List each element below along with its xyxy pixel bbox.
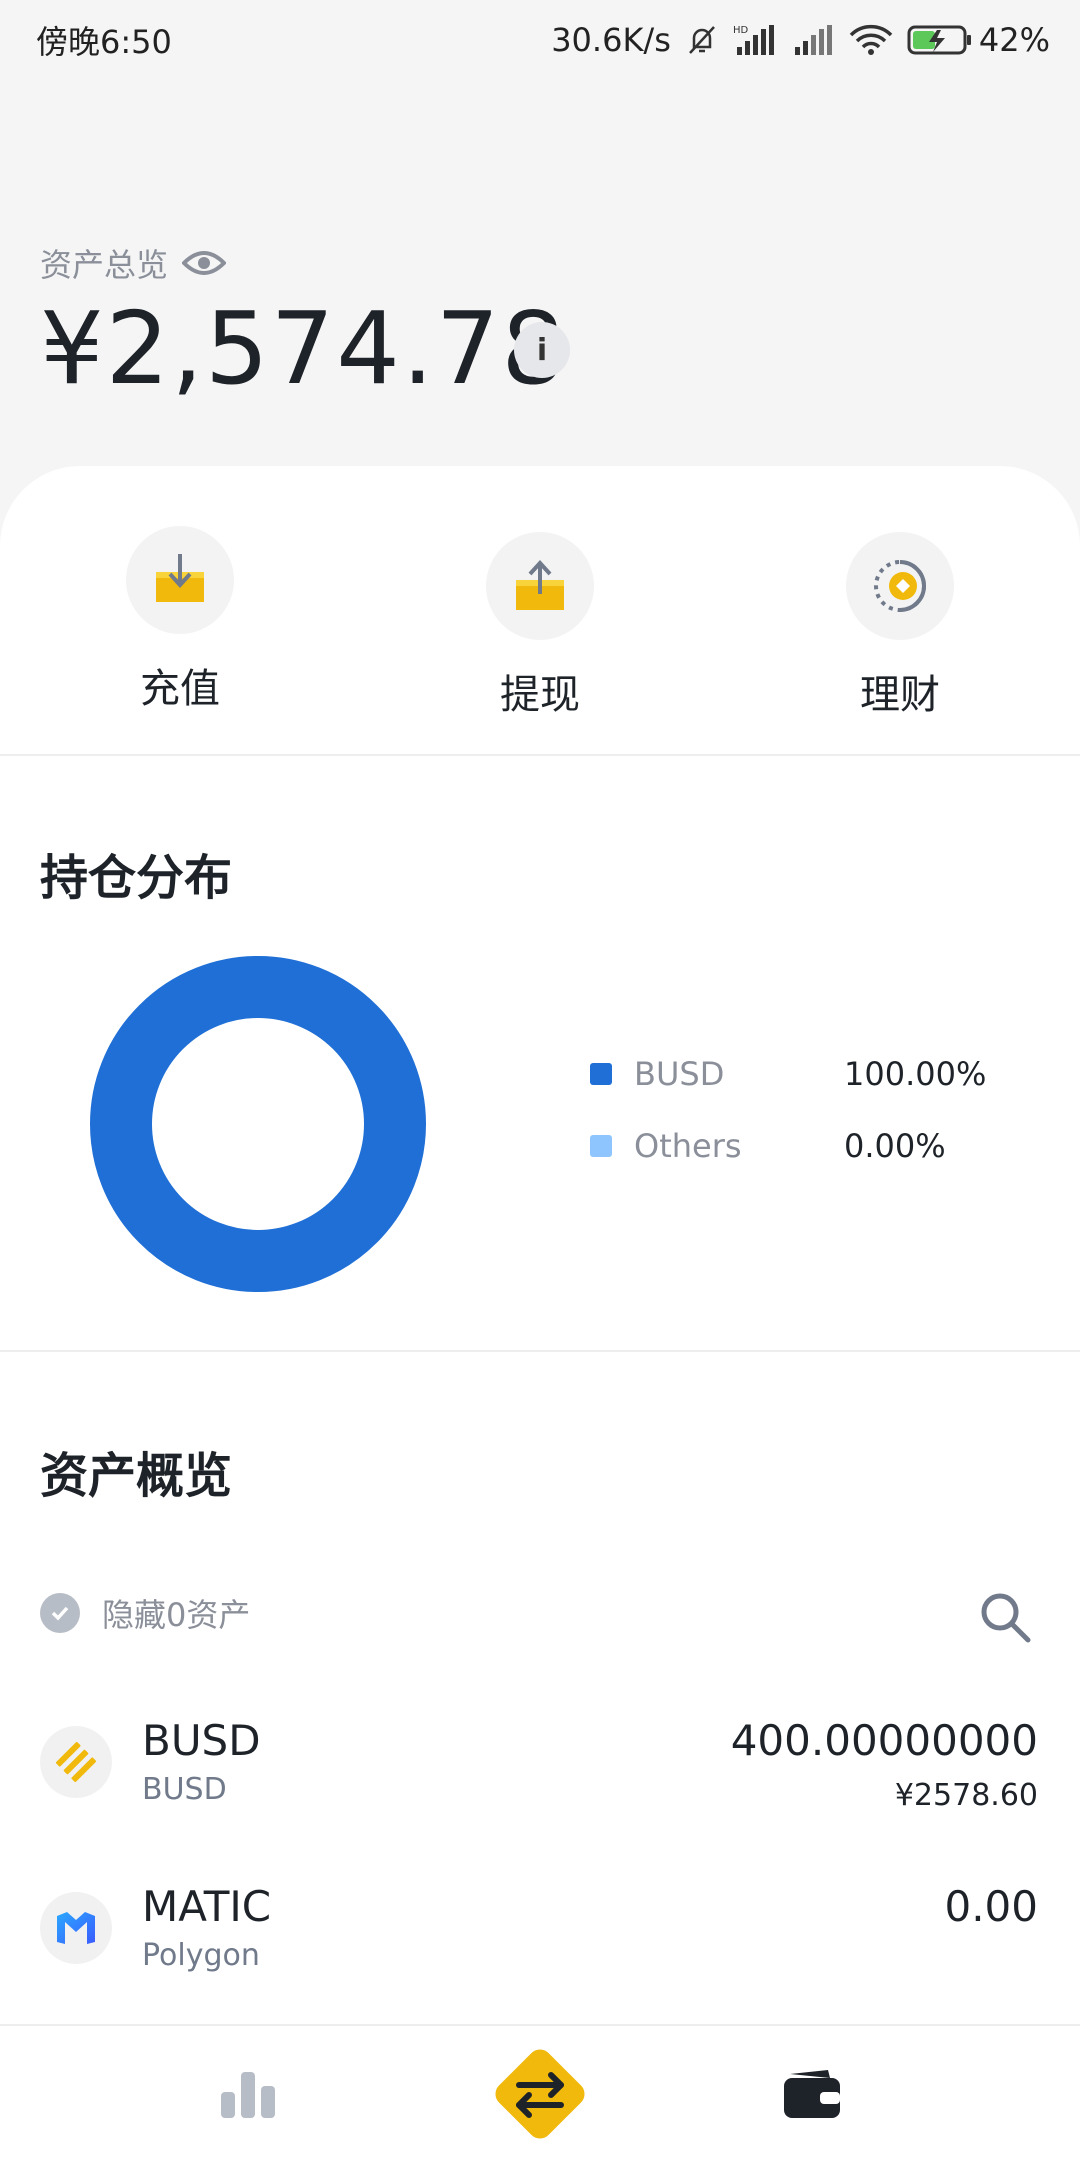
check-icon: [40, 1593, 80, 1633]
status-icons: 30.6K/s HD 42%: [551, 21, 1050, 59]
hide-zero-label: 隐藏0资产: [102, 1596, 251, 1634]
action-row: 充值 提现 理财: [0, 526, 1080, 726]
nav-trade-button[interactable]: [440, 2026, 640, 2162]
holdings-donut-chart: [90, 956, 426, 1292]
asset-amount: 400.00000000: [730, 1716, 1038, 1765]
search-icon[interactable]: [978, 1590, 1032, 1644]
nav-wallet-button[interactable]: [712, 2026, 912, 2162]
wifi-icon: [849, 24, 893, 55]
eye-icon[interactable]: [182, 247, 227, 279]
legend-item-others: Others 0.00%: [590, 1116, 1010, 1176]
status-time: 傍晚6:50: [36, 23, 172, 61]
section-divider: [0, 754, 1080, 756]
nav-markets-button[interactable]: [148, 2026, 348, 2162]
hide-zero-toggle[interactable]: 隐藏0资产: [40, 1590, 250, 1636]
svg-text:HD: HD: [733, 25, 749, 36]
status-bar: 傍晚6:50 30.6K/s HD 42%: [0, 0, 1080, 80]
battery-charging-icon: [907, 25, 971, 55]
overview-label: 资产总览: [40, 240, 227, 286]
legend-label: BUSD: [634, 1055, 725, 1093]
holdings-title: 持仓分布: [40, 850, 233, 906]
bar-chart-icon: [221, 2072, 275, 2118]
earn-icon: [874, 560, 927, 612]
swap-icon: [495, 2049, 585, 2139]
battery-level: 42%: [978, 21, 1050, 59]
total-balance: ¥2,574.78: [40, 290, 567, 407]
donut-slice-busd: [90, 956, 426, 1292]
asset-name: Polygon: [142, 1938, 260, 1973]
asset-name: BUSD: [142, 1772, 227, 1807]
legend-percent: 0.00%: [844, 1127, 946, 1165]
battery: 42%: [907, 21, 1050, 59]
withdraw-icon-circle: [486, 532, 594, 640]
info-button[interactable]: i: [514, 322, 570, 378]
legend-swatch: [590, 1063, 612, 1085]
deposit-icon: [156, 554, 204, 602]
legend-label: Others: [634, 1127, 742, 1165]
signal-icon: [794, 25, 832, 55]
section-divider: [0, 1350, 1080, 1352]
legend-item-busd: BUSD 100.00%: [590, 1044, 1010, 1104]
asset-symbol: MATIC: [142, 1882, 272, 1931]
signal-hd-icon: HD: [733, 25, 774, 55]
asset-fiat-value: ¥2578.60: [894, 1778, 1038, 1813]
wallet-icon: [784, 2070, 840, 2118]
assets-title: 资产概览: [40, 1448, 233, 1504]
bottom-nav: [0, 2024, 1080, 2162]
deposit-icon-circle: [126, 526, 234, 634]
withdraw-icon: [516, 560, 564, 610]
earn-label: 理财: [860, 672, 940, 718]
polygon-logo-icon: [40, 1892, 112, 1964]
asset-row-matic[interactable]: MATIC Polygon 0.00: [0, 1882, 1080, 2012]
info-icon: i: [536, 332, 548, 368]
earn-icon-circle: [846, 532, 954, 640]
net-speed: 30.6K/s: [551, 21, 671, 59]
overview-title: 资产总览: [40, 246, 169, 284]
deposit-button[interactable]: 充值: [80, 526, 280, 714]
withdraw-label: 提现: [500, 672, 580, 718]
earn-button[interactable]: 理财: [800, 532, 1000, 720]
busd-logo-icon: [40, 1726, 112, 1798]
asset-amount: 0.00: [944, 1882, 1038, 1931]
withdraw-button[interactable]: 提现: [440, 532, 640, 720]
mute-bell-icon: [688, 26, 715, 54]
legend-percent: 100.00%: [844, 1055, 987, 1093]
asset-symbol: BUSD: [142, 1716, 261, 1765]
deposit-label: 充值: [140, 666, 220, 712]
legend-swatch: [590, 1135, 612, 1157]
asset-row-busd[interactable]: BUSD BUSD 400.00000000 ¥2578.60: [0, 1716, 1080, 1846]
